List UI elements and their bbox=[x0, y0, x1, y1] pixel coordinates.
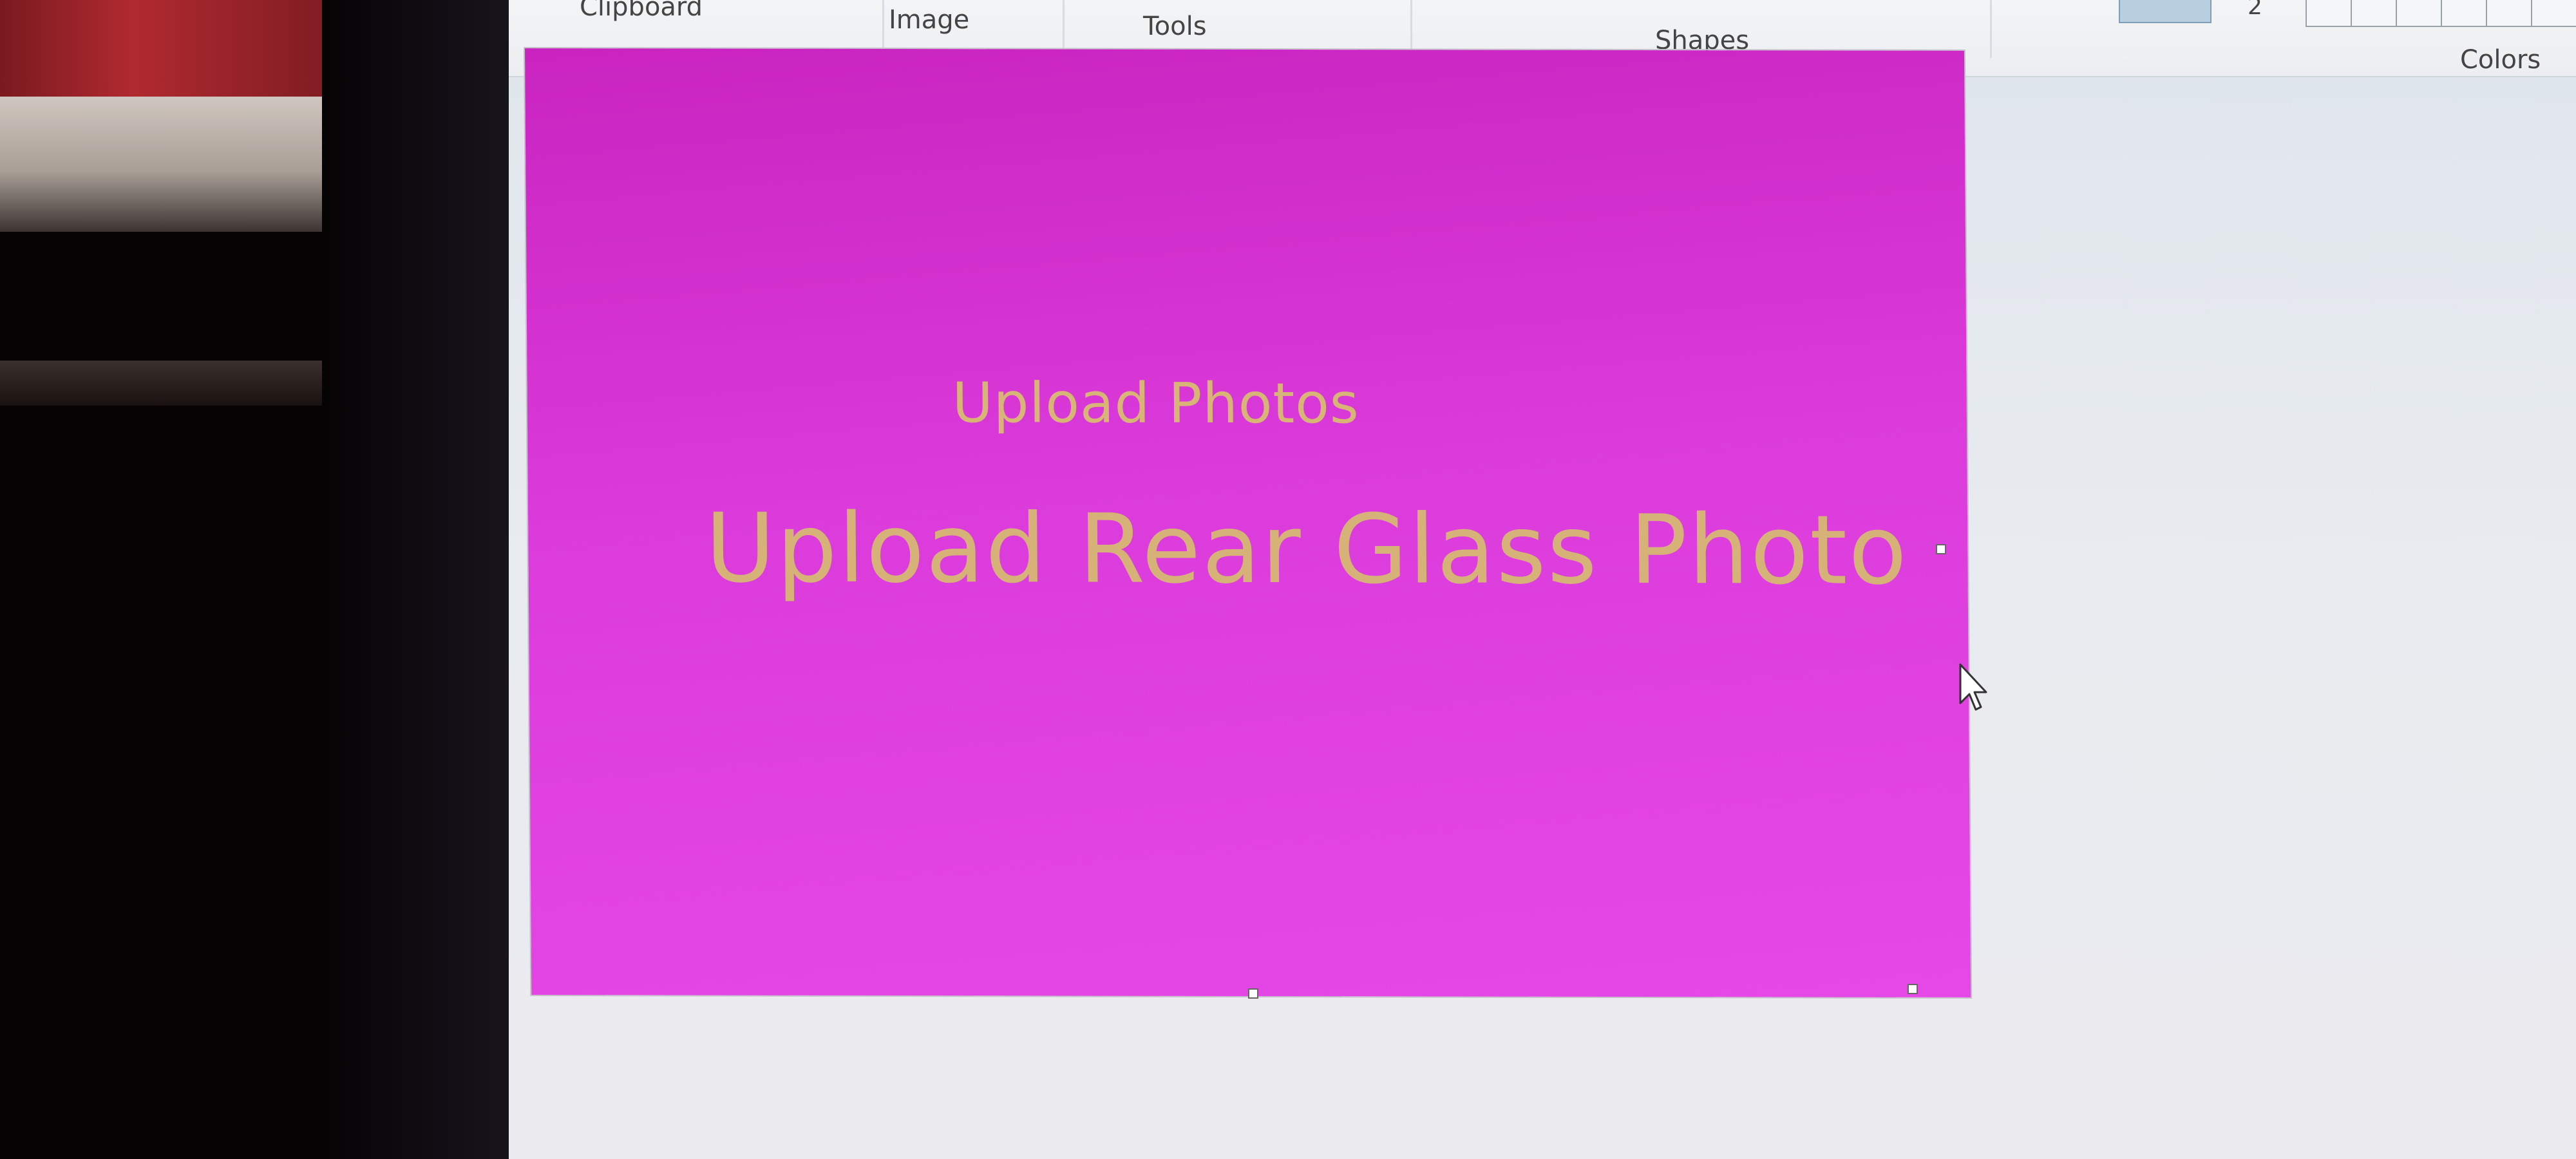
ribbon-group-clipboard[interactable]: Clipboard bbox=[580, 0, 703, 22]
ribbon-group-colors[interactable]: Colors bbox=[2460, 45, 2541, 75]
color-swatch[interactable] bbox=[2306, 0, 2352, 27]
size-option-2[interactable]: 2 bbox=[2248, 0, 2262, 20]
photo-scene: Clipboard Image Tools Shapes 2 Colors Up… bbox=[0, 0, 2576, 1159]
color-swatch[interactable] bbox=[2486, 0, 2532, 27]
ribbon-group-image[interactable]: Image bbox=[889, 5, 969, 35]
mouse-pointer-icon bbox=[1959, 663, 1987, 711]
ribbon-group-tools[interactable]: Tools bbox=[1143, 12, 1207, 41]
background-red-object bbox=[0, 0, 335, 109]
background-shelf-edge bbox=[0, 361, 335, 406]
canvas-title-text: Upload Rear Glass Photo bbox=[705, 493, 1909, 606]
color-swatch[interactable] bbox=[2396, 0, 2442, 27]
canvas-resize-handle-bottom[interactable] bbox=[1248, 988, 1258, 999]
canvas-subtitle-text: Upload Photos bbox=[952, 371, 1359, 437]
ribbon-separator bbox=[1990, 0, 1992, 58]
size-option-selected[interactable] bbox=[2119, 0, 2211, 23]
color-swatch[interactable] bbox=[2441, 0, 2487, 27]
color-swatch[interactable] bbox=[2531, 0, 2576, 27]
canvas-resize-handle-right[interactable] bbox=[1936, 544, 1946, 554]
background-shelf bbox=[0, 97, 335, 232]
canvas-resize-handle-corner[interactable] bbox=[1908, 984, 1918, 994]
drawing-canvas[interactable]: Upload Photos Upload Rear Glass Photo bbox=[525, 48, 1971, 997]
color-swatch[interactable] bbox=[2351, 0, 2397, 27]
